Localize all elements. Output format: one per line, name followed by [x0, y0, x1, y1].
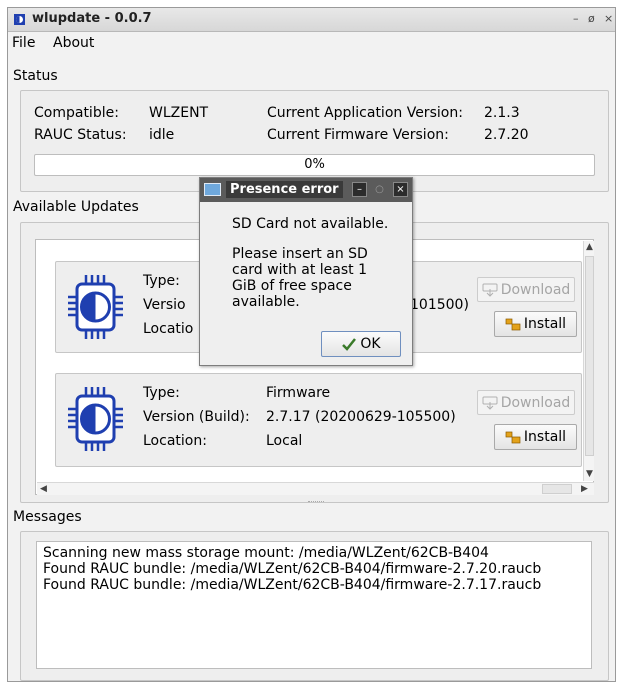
- update-version-value: 2.7.17 (20200629-105500): [266, 409, 456, 425]
- rauc-status-label: RAUC Status:: [34, 127, 127, 143]
- update-type-value: Firmware: [266, 385, 331, 401]
- update-location-value: Local: [266, 433, 303, 449]
- messages-section-title: Messages: [13, 509, 82, 525]
- download-label: Download: [500, 394, 571, 411]
- dialog-detail-line: Please insert an SD: [232, 246, 368, 262]
- install-label: Install: [523, 429, 567, 445]
- vertical-scroll-thumb[interactable]: [585, 256, 594, 456]
- app-version-value: 2.1.3: [484, 105, 520, 121]
- menu-bar: File About: [8, 33, 615, 55]
- updates-section-title: Available Updates: [13, 199, 139, 215]
- compatible-label: Compatible:: [34, 105, 119, 121]
- ok-button[interactable]: OK: [321, 331, 401, 357]
- dialog-detail-line: card with at least 1: [232, 262, 368, 278]
- status-section-title: Status: [13, 68, 58, 84]
- chip-icon: [68, 387, 123, 451]
- dialog-message: SD Card not available.: [232, 216, 389, 232]
- minimize-icon[interactable]: –: [573, 12, 579, 25]
- download-button[interactable]: Download: [477, 390, 575, 415]
- install-icon: [505, 317, 521, 331]
- ok-check-icon: [341, 337, 357, 351]
- app-chip-icon: [14, 14, 25, 25]
- fw-version-value: 2.7.20: [484, 127, 529, 143]
- progress-bar: 0%: [34, 154, 595, 176]
- message-line: Found RAUC bundle: /media/WLZent/62CB-B4…: [43, 561, 542, 577]
- update-type-label: Type:: [143, 385, 180, 401]
- splitter-handle[interactable]: [308, 501, 324, 504]
- maximize-icon[interactable]: ø: [588, 12, 595, 25]
- dialog-window-icon: [204, 183, 221, 196]
- progress-text: 0%: [304, 157, 325, 172]
- dialog-detail: Please insert an SD card with at least 1…: [232, 246, 368, 310]
- install-button[interactable]: Install: [494, 311, 577, 337]
- dialog-close-icon[interactable]: ×: [393, 182, 408, 197]
- menu-about[interactable]: About: [53, 35, 94, 51]
- close-icon[interactable]: ×: [604, 12, 613, 25]
- chip-icon: [68, 275, 123, 339]
- install-button[interactable]: Install: [494, 424, 577, 450]
- download-label: Download: [500, 281, 571, 298]
- dialog-detail-line: available.: [232, 294, 300, 310]
- dialog-maximize-icon[interactable]: ○: [372, 182, 387, 197]
- download-icon: [482, 396, 498, 410]
- message-line: Found RAUC bundle: /media/WLZent/62CB-B4…: [43, 577, 542, 593]
- dialog-title-bar[interactable]: Presence error – ○ ×: [200, 178, 412, 202]
- vertical-scrollbar[interactable]: ▲ ▼: [583, 241, 594, 481]
- dialog-detail-line: GiB of free space: [232, 278, 352, 294]
- app-version-label: Current Application Version:: [267, 105, 463, 121]
- ok-label: OK: [360, 336, 381, 352]
- scroll-right-icon[interactable]: ▶: [581, 484, 588, 494]
- update-version-label: Version (Build):: [143, 409, 250, 425]
- install-icon: [505, 430, 521, 444]
- presence-error-dialog: Presence error – ○ × SD Card not availab…: [199, 177, 413, 366]
- update-version-label: Versio: [143, 297, 186, 313]
- download-button[interactable]: Download: [477, 277, 575, 302]
- title-bar[interactable]: wlupdate - 0.0.7 – ø ×: [8, 8, 615, 32]
- update-type-label: Type:: [143, 273, 180, 289]
- scroll-down-icon[interactable]: ▼: [586, 469, 593, 479]
- update-version-value: 101500): [410, 297, 469, 313]
- scroll-up-icon[interactable]: ▲: [586, 242, 593, 252]
- install-label: Install: [523, 316, 567, 332]
- messages-log[interactable]: Scanning new mass storage mount: /media/…: [36, 541, 592, 669]
- dialog-minimize-icon[interactable]: –: [352, 182, 367, 197]
- message-line: Scanning new mass storage mount: /media/…: [43, 545, 489, 561]
- update-location-label: Location:: [143, 433, 207, 449]
- fw-version-label: Current Firmware Version:: [267, 127, 449, 143]
- menu-file[interactable]: File: [12, 35, 35, 51]
- scroll-left-icon[interactable]: ◀: [40, 484, 47, 494]
- update-location-label: Locatio: [143, 321, 194, 337]
- dialog-title: Presence error: [226, 181, 343, 198]
- download-icon: [482, 283, 498, 297]
- compatible-value: WLZENT: [149, 105, 209, 121]
- window-title: wlupdate - 0.0.7: [32, 11, 152, 26]
- horizontal-scroll-thumb[interactable]: [542, 484, 572, 494]
- update-card: Type: Version (Build): Location: Firmwar…: [55, 373, 582, 467]
- rauc-status-value: idle: [149, 127, 175, 143]
- main-window: wlupdate - 0.0.7 – ø × File About Status…: [7, 7, 616, 682]
- horizontal-scrollbar[interactable]: ◀ ▶: [37, 482, 594, 495]
